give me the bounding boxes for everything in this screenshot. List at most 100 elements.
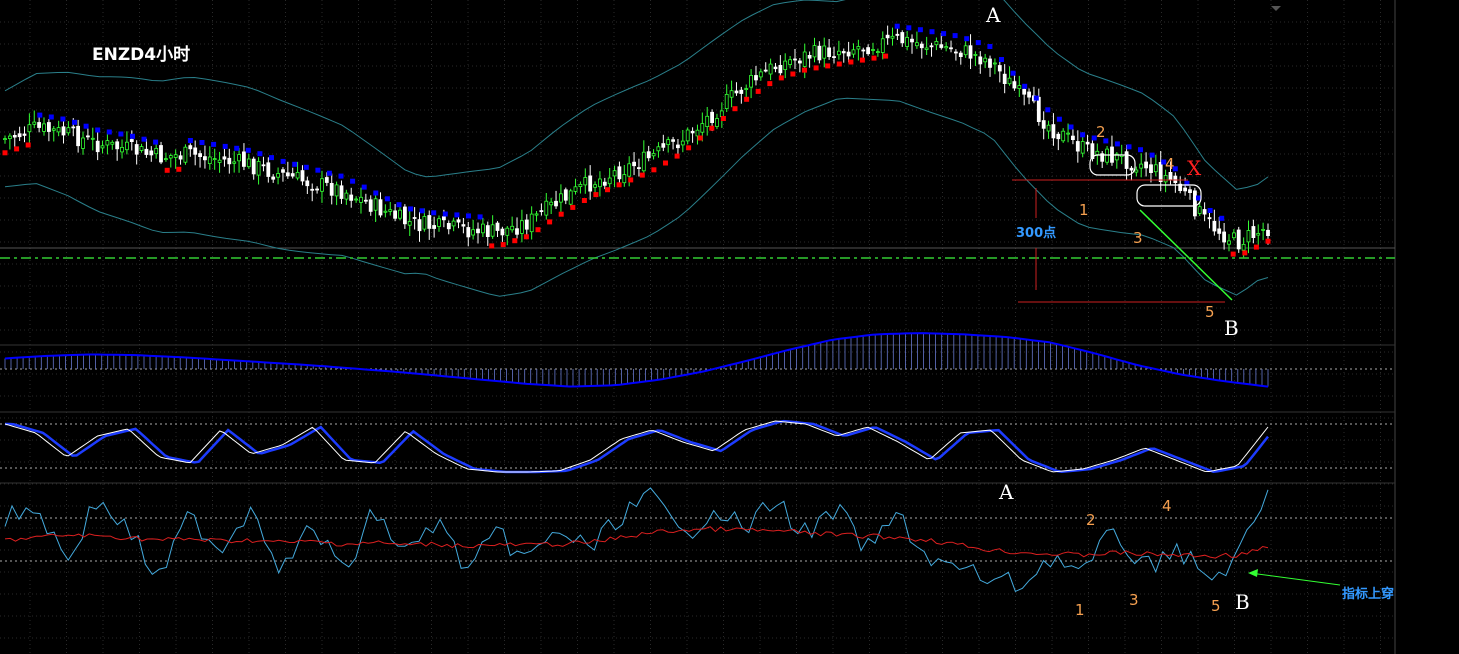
candle-body [598,178,602,188]
oscillator-panel [0,487,1395,593]
sar-dot-up [813,65,819,71]
candle-body [237,154,242,162]
candle-body [710,111,714,124]
label-osc-3: 3 [1129,591,1139,609]
candle-body [393,210,398,219]
candle-body [549,201,554,206]
candle-body [871,49,875,51]
candle-body [461,224,466,227]
sar-dot-down [350,178,356,184]
sar-dot-down [72,119,77,125]
candle-body [1212,220,1217,232]
sar-dot-up [547,219,553,225]
sar-dot-down [187,138,193,143]
sar-dot-down [1022,83,1028,89]
sar-dot-up [14,146,20,152]
candle-body [42,123,46,132]
candle-body [1149,164,1153,174]
sar-dot-down [106,129,112,135]
candle-body [246,158,251,168]
candle-body [315,188,320,191]
candle-body [890,35,895,39]
candle-body [1085,141,1090,145]
sar-dot-down [280,158,286,164]
candle-body [729,90,734,98]
candle-body [373,198,378,211]
sar-dot-up [176,166,182,172]
candle-body [573,186,578,192]
sar-dot-down [964,36,970,42]
candle-body [602,181,607,186]
candle-body [1134,169,1139,173]
candle-body [515,228,519,235]
sar-dot-down [245,147,251,153]
candle-body [583,177,588,186]
candle-body [227,157,232,165]
sar-dot-down [419,208,425,214]
candle-body [856,46,861,50]
candle-body [339,185,344,199]
candle-body [939,44,944,48]
sar-dot-up [164,167,170,173]
candle-body [822,45,827,59]
candle-body [627,163,632,177]
candle-body [724,94,729,110]
candle-body [593,184,597,188]
sar-dot-up [2,150,8,156]
sar-dot-up [489,243,495,249]
sar-dot-up [581,198,587,203]
candle-body [378,199,383,216]
sar-dot-down [95,127,101,133]
candle-body [490,224,495,237]
candle-body [876,51,880,53]
candle-body [37,122,41,128]
candle-body [588,175,593,192]
candle-body [471,229,476,236]
candle-body [217,159,222,163]
sar-dot-down [1138,147,1143,153]
candle-body [827,47,831,58]
candle-body [232,161,237,164]
sar-dot-down [326,170,332,176]
candle-body [427,215,432,229]
candle-body [66,127,71,134]
label-wave-5: 5 [1205,303,1215,321]
candle-body [1266,229,1270,237]
sar-dot-down [269,155,274,161]
candle-body [1022,88,1027,95]
candle-body [81,137,85,149]
sar-dot-up [709,125,715,131]
candle-body [978,56,983,65]
candle-body [666,139,671,146]
candle-body [973,54,978,56]
sar-dot-up [767,81,773,87]
sar-dot-down [917,27,923,33]
sar-dot-down [384,196,390,202]
candle-body [997,65,1002,72]
candle-body [1207,217,1212,220]
sar-dot-down [118,131,124,137]
candle-body [139,146,144,151]
sar-dot-up [1230,251,1236,257]
candle-body [651,153,656,157]
candle-body [495,222,500,231]
candle-body [359,196,363,203]
candle-body [919,43,924,49]
candle-body [524,219,529,230]
candle-body [1197,206,1202,214]
sar-dot-down [975,40,981,46]
candle-body [559,193,563,203]
candle-body [1261,228,1265,231]
candle-body [568,190,573,205]
sar-dot-up [593,192,599,198]
candle-body [56,127,61,133]
candle-body [1056,133,1061,140]
candle-body [866,47,870,55]
candle-body [983,57,988,63]
candle-body [656,146,661,152]
candle-body [944,46,949,49]
candle-body [1027,91,1031,98]
candle-body [1153,164,1158,173]
candle-body [207,156,212,164]
indicator-arrow-line [1249,572,1341,586]
